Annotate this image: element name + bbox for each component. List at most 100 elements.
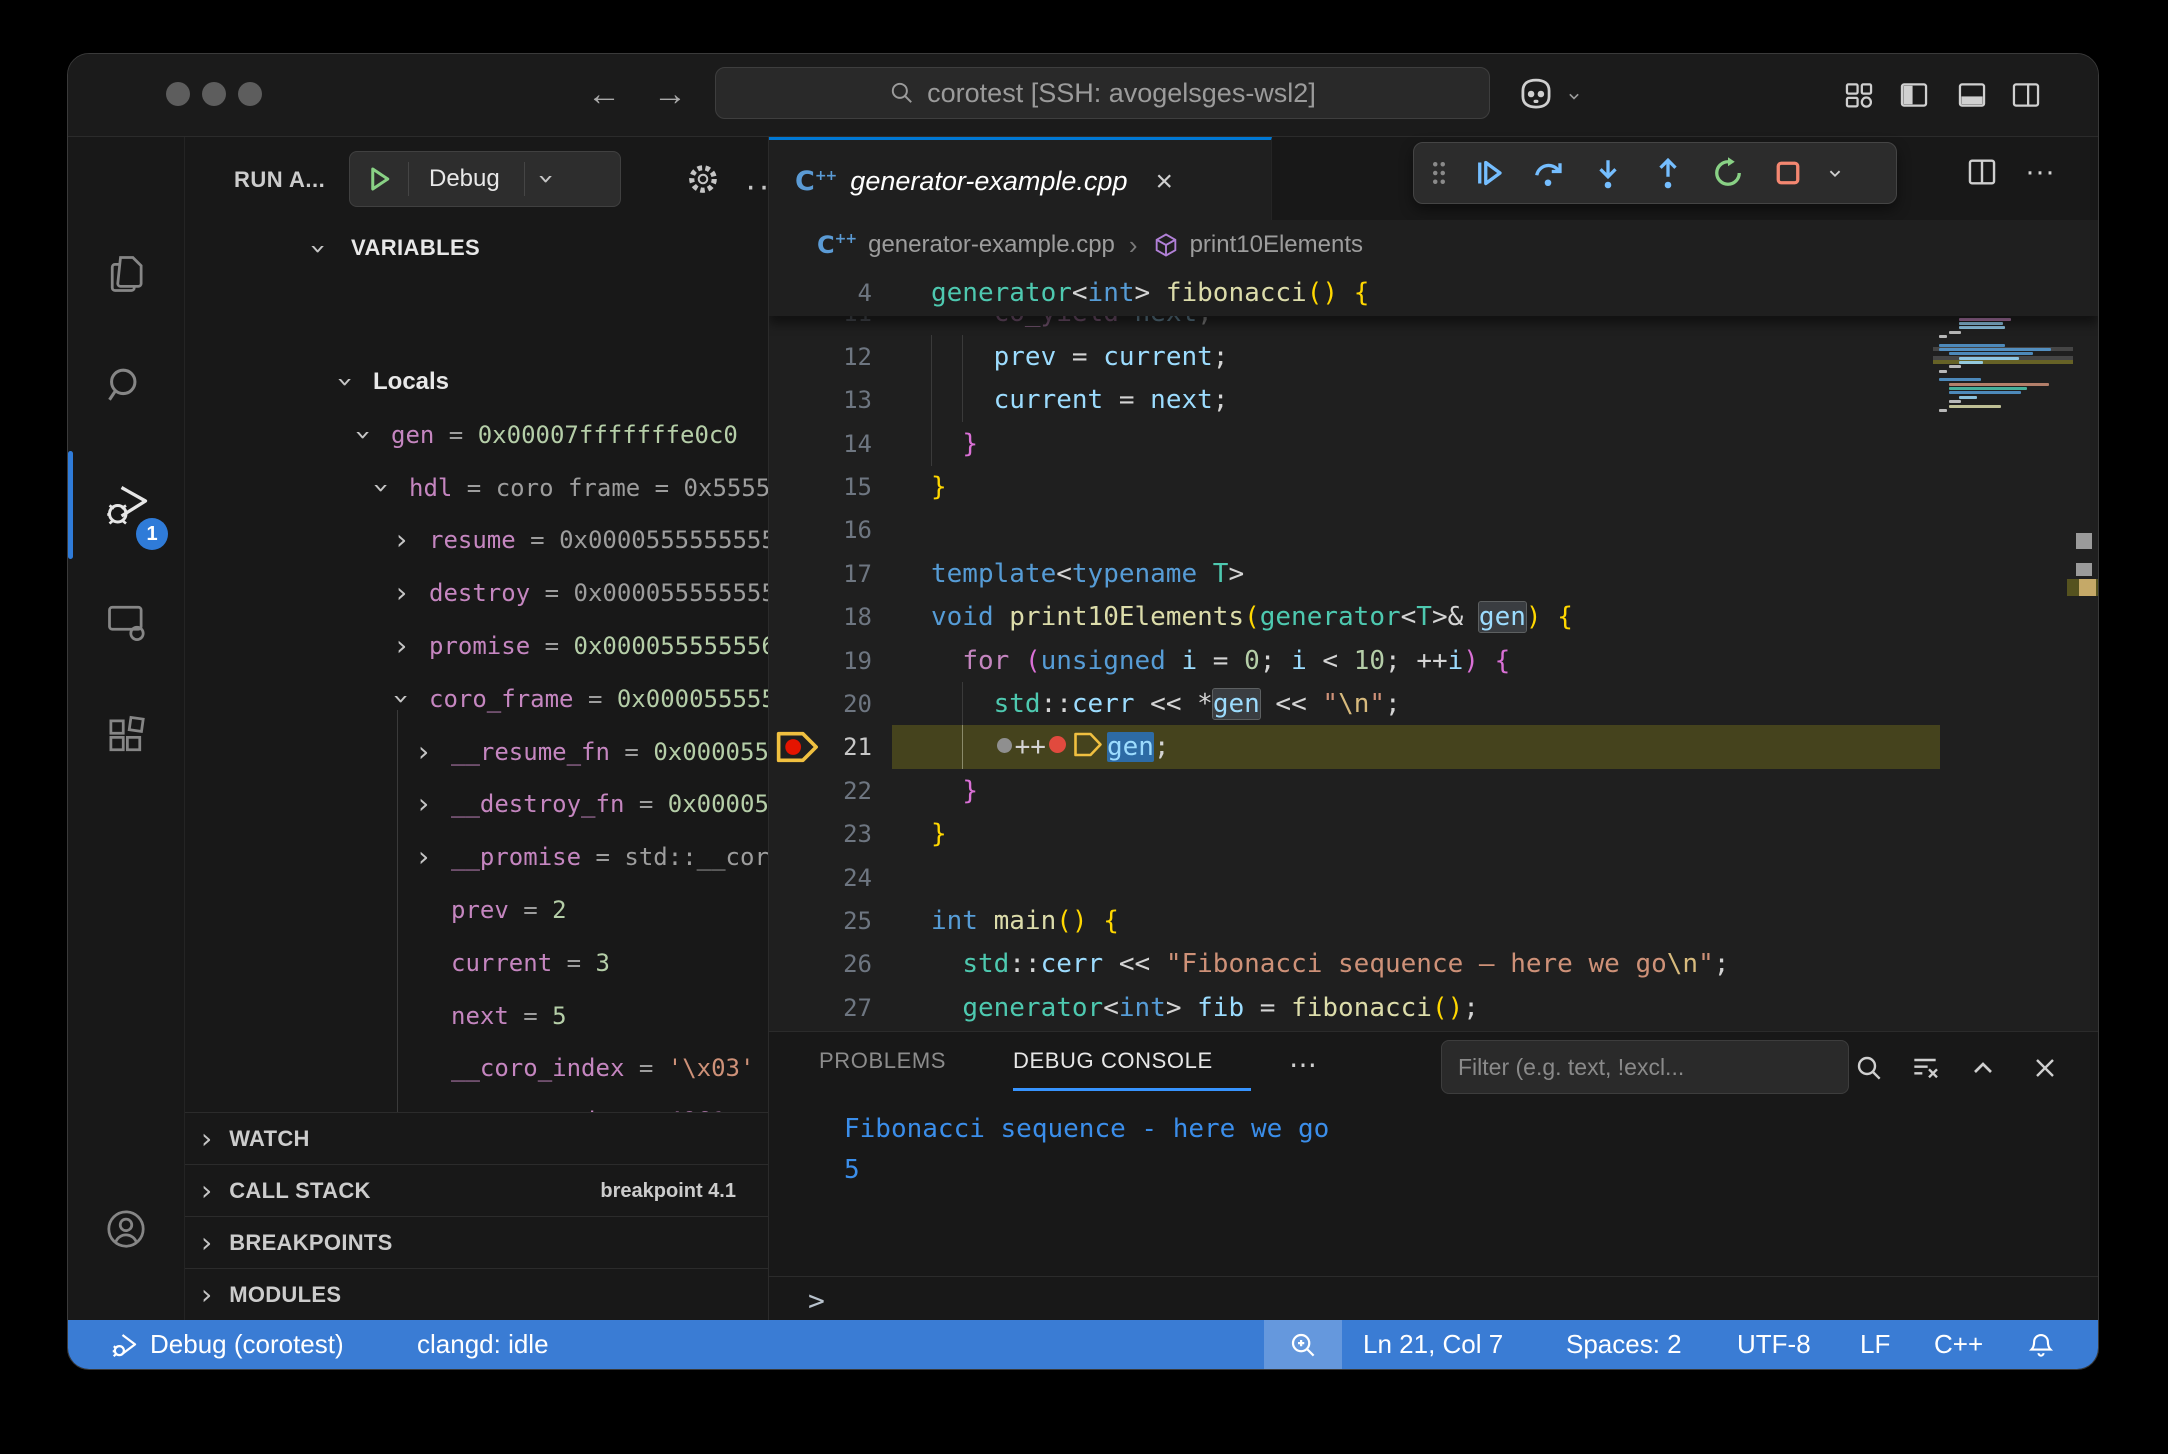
variable-row-coro_frame[interactable]: ›coro_frame = 0x00005555555… (185, 676, 768, 722)
line-number[interactable]: 20 (809, 682, 872, 726)
code-line-19[interactable]: 19 for (unsigned i = 0; i < 10; ++i) { (769, 639, 2098, 683)
close-tab-icon[interactable]: × (1155, 165, 1173, 199)
sticky-scroll-line[interactable]: 4 generator<int> fibonacci() { (769, 270, 2098, 316)
line-number[interactable]: 12 (809, 335, 872, 379)
code-line-25[interactable]: 25int main() { (769, 899, 2098, 943)
breakpoints-section[interactable]: ›BREAKPOINTS (185, 1216, 768, 1269)
code-area[interactable]: 11 co_yield next;12 prev = current;13 cu… (769, 270, 2098, 1031)
customize-layout-icon[interactable] (1842, 78, 1876, 112)
line-number[interactable]: 24 (809, 856, 872, 900)
line-number[interactable]: 16 (809, 508, 872, 552)
variable-row-__promise[interactable]: ›__promise = std::__corouti… (185, 834, 768, 880)
code-line-22[interactable]: 22 } (769, 769, 2098, 813)
continue-button[interactable] (1462, 149, 1514, 197)
panel-search-icon[interactable] (1853, 1052, 1885, 1084)
panel-more-tabs[interactable]: ⋯ (1289, 1048, 1318, 1081)
line-number[interactable]: 21 (809, 725, 872, 769)
code-line-18[interactable]: 18void print10Elements(generator<T>& gen… (769, 595, 2098, 639)
toolbar-drag-handle[interactable] (1424, 149, 1454, 197)
line-number[interactable]: 23 (809, 812, 872, 856)
back-button[interactable]: ← (587, 76, 621, 112)
variable-row-Locals[interactable]: ›Locals (185, 359, 768, 405)
editor-more-actions[interactable]: ··· (2025, 162, 2055, 182)
sidebar-item-extensions[interactable] (68, 686, 184, 786)
code-line-20[interactable]: 20 std::cerr << *gen << "\n"; (769, 682, 2098, 726)
maximize-panel-icon[interactable] (1967, 1052, 1999, 1084)
line-number[interactable]: 27 (809, 986, 872, 1030)
chevron-right-icon[interactable]: › (418, 742, 429, 762)
close-panel-icon[interactable] (2029, 1052, 2061, 1084)
cursor-position-item[interactable]: Ln 21, Col 7 (1363, 1320, 1503, 1369)
sidebar-item-search[interactable] (68, 336, 184, 436)
breadcrumb-symbol[interactable]: print10Elements (1190, 231, 1363, 259)
variable-row-prev[interactable]: prev = 2 (185, 887, 768, 933)
line-number[interactable]: 14 (809, 422, 872, 466)
code-line-16[interactable]: 16 (769, 508, 2098, 552)
step-over-button[interactable] (1522, 149, 1574, 197)
modules-section[interactable]: ›MODULES (185, 1268, 768, 1321)
stop-button[interactable] (1762, 149, 1814, 197)
line-number[interactable]: 25 (809, 899, 872, 943)
command-center[interactable]: corotest [SSH: avogelsges-wsl2] (715, 67, 1490, 119)
code-line-23[interactable]: 23} (769, 812, 2098, 856)
forward-button[interactable]: → (653, 76, 687, 112)
chevron-down-icon[interactable]: › (354, 429, 374, 440)
code-line-21[interactable]: 21 ++gen; (769, 725, 2098, 769)
zoom-window-button[interactable] (238, 82, 262, 106)
chevron-right-icon[interactable]: › (396, 530, 407, 550)
variable-row-gen[interactable]: ›gen = 0x00007fffffffe0c0 (185, 412, 768, 458)
indentation-item[interactable]: Spaces: 2 (1566, 1320, 1682, 1369)
tab-generator-example[interactable]: C++ generator-example.cpp × (769, 137, 1272, 223)
line-number[interactable]: 19 (809, 639, 872, 683)
line-number[interactable]: 22 (809, 769, 872, 813)
sidebar-item-explorer[interactable] (68, 224, 184, 324)
filter-input[interactable]: Filter (e.g. text, !excl... (1441, 1040, 1849, 1094)
line-number[interactable]: 18 (809, 595, 872, 639)
chevron-down-icon[interactable]: › (336, 376, 356, 387)
code-line-13[interactable]: 13 current = next; (769, 378, 2098, 422)
line-number[interactable]: 26 (809, 942, 872, 986)
variable-row-resume[interactable]: ›resume = 0x0000555555555880… (185, 517, 768, 563)
debug-toolbar-dropdown[interactable] (1822, 149, 1848, 197)
restart-button[interactable] (1702, 149, 1754, 197)
code-line-24[interactable]: 24 (769, 856, 2098, 900)
code-line-12[interactable]: 12 prev = current; (769, 335, 2098, 379)
screencast-zoom-item[interactable] (1264, 1320, 1342, 1369)
chevron-right-icon[interactable]: › (418, 794, 429, 814)
line-number[interactable]: 17 (809, 552, 872, 596)
toggle-sidebar-icon[interactable] (1897, 78, 1931, 112)
eol-item[interactable]: LF (1860, 1320, 1890, 1369)
sidebar-item-remote-explorer[interactable] (68, 571, 184, 671)
chevron-down-icon[interactable]: › (392, 693, 412, 704)
notifications-bell[interactable] (2026, 1320, 2056, 1369)
tab-problems[interactable]: PROBLEMS (819, 1048, 946, 1074)
call-stack-section[interactable]: ›CALL STACK breakpoint 4.1 (185, 1164, 768, 1217)
console-prompt[interactable]: > (808, 1284, 825, 1317)
breadcrumb-file[interactable]: generator-example.cpp (868, 231, 1115, 259)
encoding-item[interactable]: UTF-8 (1737, 1320, 1811, 1369)
code-line-26[interactable]: 26 std::cerr << "Fibonacci sequence – he… (769, 942, 2098, 986)
clangd-status-item[interactable]: clangd: idle (417, 1320, 549, 1369)
account-button[interactable] (68, 1179, 184, 1279)
language-mode-item[interactable]: C++ (1934, 1320, 1983, 1369)
tab-debug-console[interactable]: DEBUG CONSOLE (1013, 1048, 1213, 1074)
toggle-secondary-sidebar-icon[interactable] (2009, 78, 2043, 112)
minimize-window-button[interactable] (202, 82, 226, 106)
watch-section[interactable]: ›WATCH (185, 1112, 768, 1165)
variable-row-hdl[interactable]: ›hdl = coro frame = 0x5555555… (185, 465, 768, 511)
step-out-button[interactable] (1642, 149, 1694, 197)
close-window-button[interactable] (166, 82, 190, 106)
clear-console-icon[interactable] (1909, 1052, 1941, 1084)
toggle-panel-icon[interactable] (1955, 78, 1989, 112)
chevron-down-icon[interactable]: › (372, 482, 392, 493)
chevron-down-icon[interactable] (1564, 86, 1584, 106)
code-line-15[interactable]: 15} (769, 465, 2098, 509)
copilot-icon[interactable] (1516, 76, 1556, 112)
step-into-button[interactable] (1582, 149, 1634, 197)
code-line-27[interactable]: 27 generator<int> fib = fibonacci(); (769, 986, 2098, 1030)
code-line-17[interactable]: 17template<typename T> (769, 552, 2098, 596)
variable-row-__coro_index[interactable]: __coro_index = '\x03' (185, 1045, 768, 1091)
chevron-right-icon[interactable]: › (418, 847, 429, 867)
variable-row-__destroy_fn[interactable]: ›__destroy_fn = 0x000055555… (185, 781, 768, 827)
chevron-right-icon[interactable]: › (396, 583, 407, 603)
